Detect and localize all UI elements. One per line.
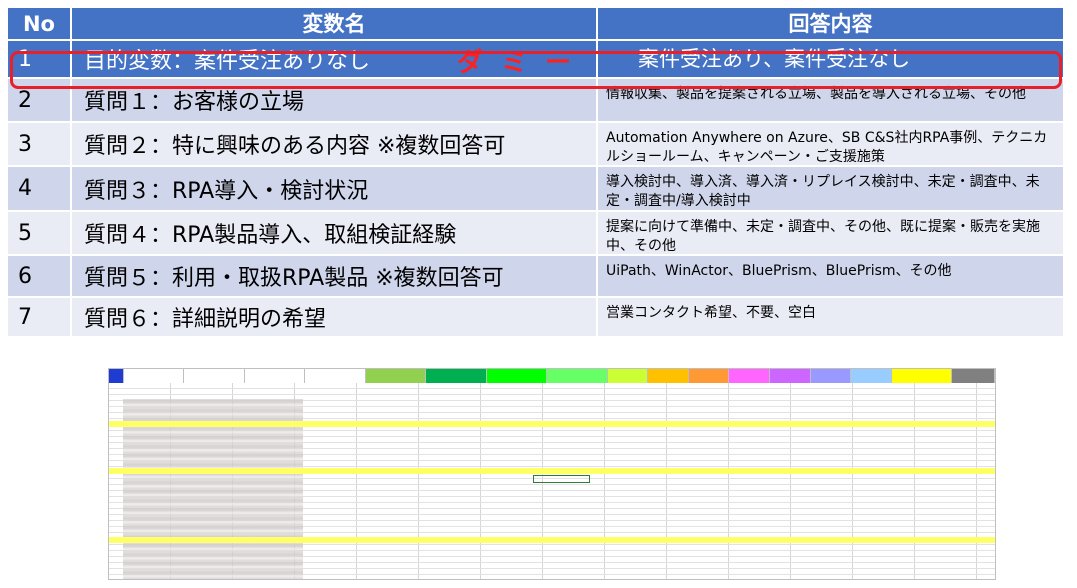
spreadsheet-header-cell [891, 369, 953, 383]
row-no: 4 [8, 167, 72, 212]
highlighted-row [109, 468, 995, 474]
highlighted-row [109, 421, 995, 427]
spreadsheet-header-cell [648, 369, 689, 383]
header-no: No [8, 8, 72, 41]
spreadsheet-body [109, 383, 995, 579]
table-row: 6 質問５：利用・取扱RPA製品 ※複数回答可 UiPath、WinActor、… [8, 256, 1063, 298]
row-answer: 提案に向けて準備中、未定・調査中、その他、既に提案・販売を実施中、その他 [598, 212, 1063, 256]
spreadsheet-header-cell [305, 369, 366, 383]
spreadsheet-header-cell [547, 369, 608, 383]
spreadsheet-header-cell [426, 369, 487, 383]
row-answer: 情報収集、製品を提案される立場、製品を導入される立場、その他 [598, 79, 1063, 123]
table-row: 2 質問１：お客様の立場 情報収集、製品を提案される立場、製品を導入される立場、… [8, 79, 1063, 123]
spreadsheet-header-cell [770, 369, 811, 383]
row-answer: 案件受注あり、案件受注なし [598, 41, 1063, 79]
row-variable: 質問６：詳細説明の希望 [72, 298, 598, 338]
selected-cell [533, 475, 590, 483]
row-no: 3 [8, 123, 72, 167]
table-row: 3 質問２：特に興味のある内容 ※複数回答可 Automation Anywhe… [8, 123, 1063, 167]
highlighted-row [109, 537, 995, 543]
spreadsheet-header-cell [486, 369, 548, 383]
row-no: 1 [8, 41, 72, 79]
header-variable: 変数名 [72, 8, 598, 41]
row-variable: 質問４：RPA製品導入、取組検証経験 [72, 212, 598, 256]
header-answer: 回答内容 [598, 8, 1063, 41]
spreadsheet-header-cell [851, 369, 892, 383]
row-answer: Automation Anywhere on Azure、SB C&S社内RPA… [598, 123, 1063, 167]
row-variable: 質問２：特に興味のある内容 ※複数回答可 [72, 123, 598, 167]
spreadsheet-header-cell [109, 369, 124, 383]
row-no: 7 [8, 298, 72, 338]
table-row: 5 質問４：RPA製品導入、取組検証経験 提案に向けて準備中、未定・調査中、その… [8, 212, 1063, 256]
spreadsheet-header-cell [184, 369, 245, 383]
spreadsheet-header-cell [952, 369, 995, 383]
spreadsheet-header-cell [365, 369, 427, 383]
row-variable: 質問５：利用・取扱RPA製品 ※複数回答可 [72, 256, 598, 298]
spreadsheet-header-cell [244, 369, 306, 383]
spreadsheet-header-cell [688, 369, 730, 383]
spreadsheet-screenshot [108, 368, 996, 580]
table-row: 4 質問３：RPA導入・検討状況 導入検討中、導入済、導入済・リプレイス検討中、… [8, 167, 1063, 212]
row-no: 6 [8, 256, 72, 298]
row-no: 5 [8, 212, 72, 256]
table-header: No 変数名 回答内容 [8, 8, 1063, 41]
row-answer: 営業コンタクト希望、不要、空白 [598, 298, 1063, 338]
table-row: 1 目的変数：案件受注ありなし 案件受注あり、案件受注なし ダミー [8, 41, 1063, 79]
row-answer: UiPath、WinActor、BluePrism、BluePrism、その他 [598, 256, 1063, 298]
spreadsheet-header [109, 369, 995, 383]
row-answer: 導入検討中、導入済、導入済・リプレイス検討中、未定・調査中、未定・調査中/導入検… [598, 167, 1063, 212]
table-row: 7 質問６：詳細説明の希望 営業コンタクト希望、不要、空白 [8, 298, 1063, 338]
spreadsheet-header-cell [123, 369, 185, 383]
spreadsheet-header-cell [729, 369, 771, 383]
variable-table: No 変数名 回答内容 1 目的変数：案件受注ありなし 案件受注あり、案件受注な… [8, 8, 1063, 338]
row-no: 2 [8, 79, 72, 123]
spreadsheet-header-cell [607, 369, 649, 383]
row-variable: 質問３：RPA導入・検討状況 [72, 167, 598, 212]
spreadsheet-header-cell [810, 369, 852, 383]
row-variable: 質問１：お客様の立場 [72, 79, 598, 123]
dummy-label: ダミー [457, 47, 590, 78]
